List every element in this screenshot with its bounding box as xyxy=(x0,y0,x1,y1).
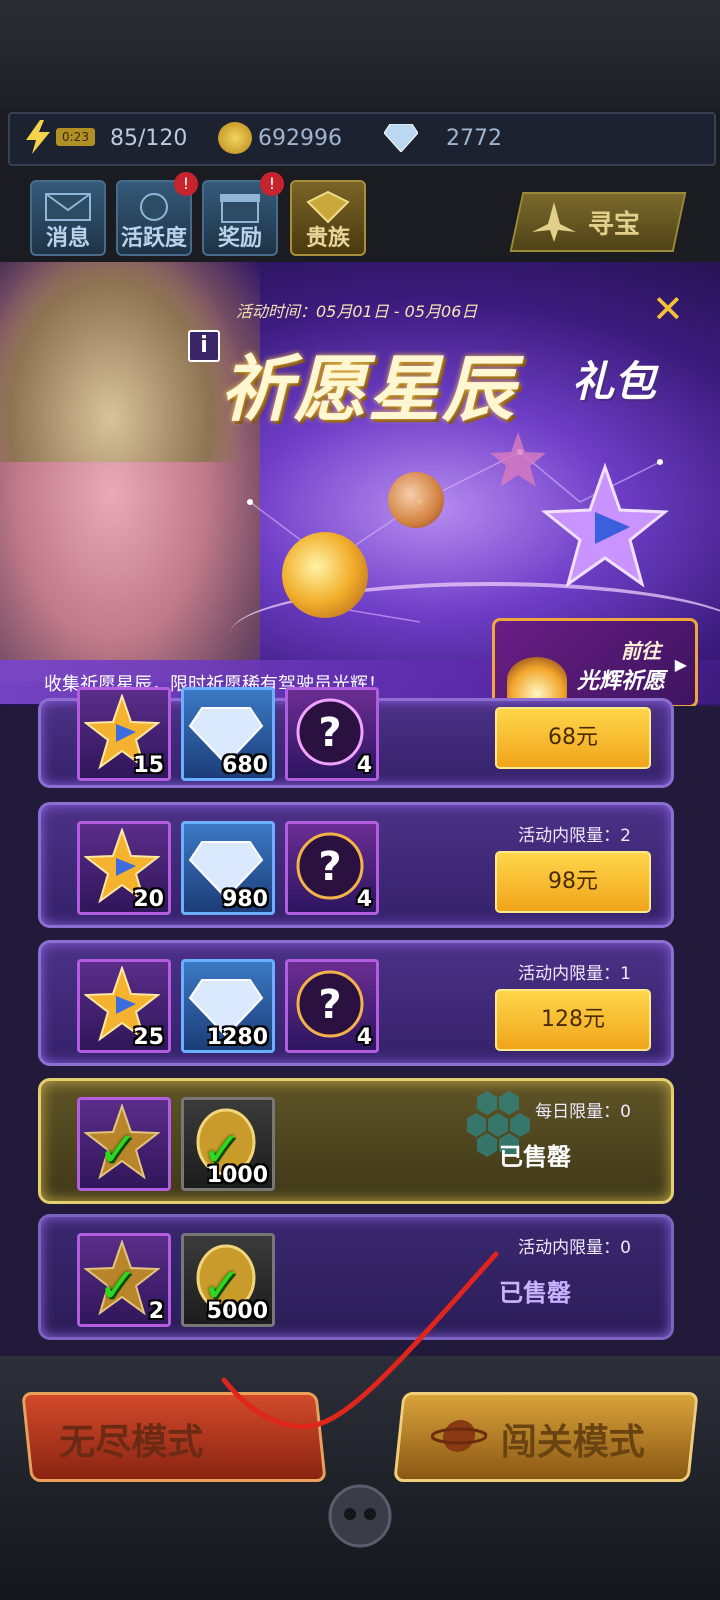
pack-item-mystery[interactable]: ? 4 xyxy=(285,821,379,915)
checkmark-icon: ✓ xyxy=(98,1122,139,1178)
buy-button[interactable]: 128元 xyxy=(495,989,651,1051)
activity-time: 活动时间：05月01日 - 05月06日 xyxy=(236,302,478,321)
energy-timer: 0:23 xyxy=(56,128,95,146)
chevron-right-icon: ▶ xyxy=(674,655,687,674)
skull-emblem-icon xyxy=(328,1484,392,1548)
purchase-limit: 活动内限量：0 xyxy=(518,1238,631,1258)
buy-button[interactable]: 68元 xyxy=(495,707,651,769)
wish-star-small-icon xyxy=(490,432,546,487)
svg-text:?: ? xyxy=(318,844,341,890)
item-quantity: 4 xyxy=(356,753,372,778)
gem-icon xyxy=(384,124,418,152)
pack-row: 15 680 ? 4 68元 xyxy=(38,687,674,788)
wish-orb-small xyxy=(388,472,444,528)
endless-mode-label: 无尽模式 xyxy=(59,1422,204,1463)
energy-icon xyxy=(26,120,50,154)
stage-mode-label: 闯关模式 xyxy=(500,1422,645,1463)
item-quantity: 2 xyxy=(148,1299,164,1324)
item-quantity: 20 xyxy=(133,887,164,912)
pack-item-star[interactable]: 20 xyxy=(77,821,171,915)
notification-badge: ! xyxy=(174,172,198,196)
item-quantity: 25 xyxy=(133,1025,164,1050)
gem-counter[interactable]: 2772 xyxy=(446,122,502,154)
item-quantity: 1280 xyxy=(206,1025,268,1050)
pack-item-gem[interactable]: 980 xyxy=(181,821,275,915)
messages-label: 消息 xyxy=(45,226,90,251)
checkmark-icon: ✓ xyxy=(98,1258,139,1314)
jet-icon xyxy=(532,202,576,242)
medal-icon xyxy=(140,193,168,221)
item-quantity: 15 xyxy=(133,753,164,778)
pack-item-gem[interactable]: 1280 xyxy=(181,959,275,1053)
item-quantity: 4 xyxy=(356,1025,372,1050)
pack-item-mystery[interactable]: ? 4 xyxy=(285,687,379,781)
purchase-limit: 活动内限量：1 xyxy=(518,964,631,984)
pack-item-star[interactable]: ✓ xyxy=(77,1097,171,1191)
pack-row: ✓ ✓ 1000 每日限量：0 已售罄 xyxy=(38,1078,674,1204)
gift-icon xyxy=(220,194,260,223)
pack-item-star[interactable]: ✓ 2 xyxy=(77,1233,171,1327)
top-background xyxy=(0,0,720,110)
noble-button[interactable]: 贵族 xyxy=(290,180,366,256)
pack-item-star[interactable]: 25 xyxy=(77,959,171,1053)
item-quantity: 4 xyxy=(356,887,372,912)
close-icon[interactable]: ✕ xyxy=(652,290,684,328)
pack-item-gem[interactable]: 680 xyxy=(181,687,275,781)
gem-value: 2772 xyxy=(446,125,502,151)
svg-text:?: ? xyxy=(318,982,341,1028)
pack-item-star[interactable]: 15 xyxy=(77,687,171,781)
svg-text:?: ? xyxy=(318,710,341,756)
pack-row: 20 980 ? 4 活动内限量：2 98元 xyxy=(38,802,674,928)
rewards-label: 奖励 xyxy=(217,226,262,251)
event-banner: 活动时间：05月01日 - 05月06日 ✕ i 祈愿星辰 礼包 收集祈愿星辰，… xyxy=(0,262,720,712)
info-icon[interactable]: i xyxy=(188,330,220,362)
sold-out-label: 已售罄 xyxy=(499,1143,571,1171)
pack-row: 25 1280 ? 4 活动内限量：1 128元 xyxy=(38,940,674,1066)
treasure-hunt-button[interactable]: 寻宝 xyxy=(509,192,687,252)
mail-icon xyxy=(45,193,91,221)
wish-label: 光辉祈愿 xyxy=(576,669,665,694)
event-title: 祈愿星辰 xyxy=(220,347,517,431)
coin-counter[interactable]: 692996 xyxy=(258,122,342,154)
item-quantity: 980 xyxy=(222,887,268,912)
item-quantity: 680 xyxy=(222,753,268,778)
purchase-limit: 活动内限量：2 xyxy=(518,826,631,846)
buy-button[interactable]: 98元 xyxy=(495,851,651,913)
crest-icon xyxy=(306,190,350,224)
activity-label: 活跃度 xyxy=(120,226,187,251)
noble-label: 贵族 xyxy=(305,226,350,251)
event-title-suffix: 礼包 xyxy=(572,357,657,406)
treasure-hunt-label: 寻宝 xyxy=(587,210,640,240)
pack-item-coin[interactable]: ✓ 1000 xyxy=(181,1097,275,1191)
item-quantity: 1000 xyxy=(206,1163,268,1188)
energy-counter[interactable]: 85/120 xyxy=(110,122,187,154)
purchase-limit: 每日限量：0 xyxy=(535,1102,631,1122)
activity-button[interactable]: 活跃度 ! xyxy=(116,172,198,256)
pack-item-mystery[interactable]: ? 4 xyxy=(285,959,379,1053)
go-to-label: 前往 xyxy=(621,639,661,663)
energy-value: 85/120 xyxy=(110,125,188,151)
coin-value: 692996 xyxy=(258,125,342,151)
red-scribble-annotation xyxy=(221,1251,499,1429)
notification-badge: ! xyxy=(260,172,284,196)
wish-orb xyxy=(282,532,368,618)
coin-icon xyxy=(218,122,252,154)
go-to-wish-button[interactable]: 前往 光辉祈愿 ▶ xyxy=(492,618,698,708)
rewards-button[interactable]: 奖励 ! xyxy=(202,172,284,256)
messages-button[interactable]: 消息 xyxy=(30,180,106,256)
wish-star-icon xyxy=(540,462,670,588)
resource-bar: 0:23 85/120 692996 2772 xyxy=(8,112,716,166)
wish-sun-icon xyxy=(507,657,567,703)
